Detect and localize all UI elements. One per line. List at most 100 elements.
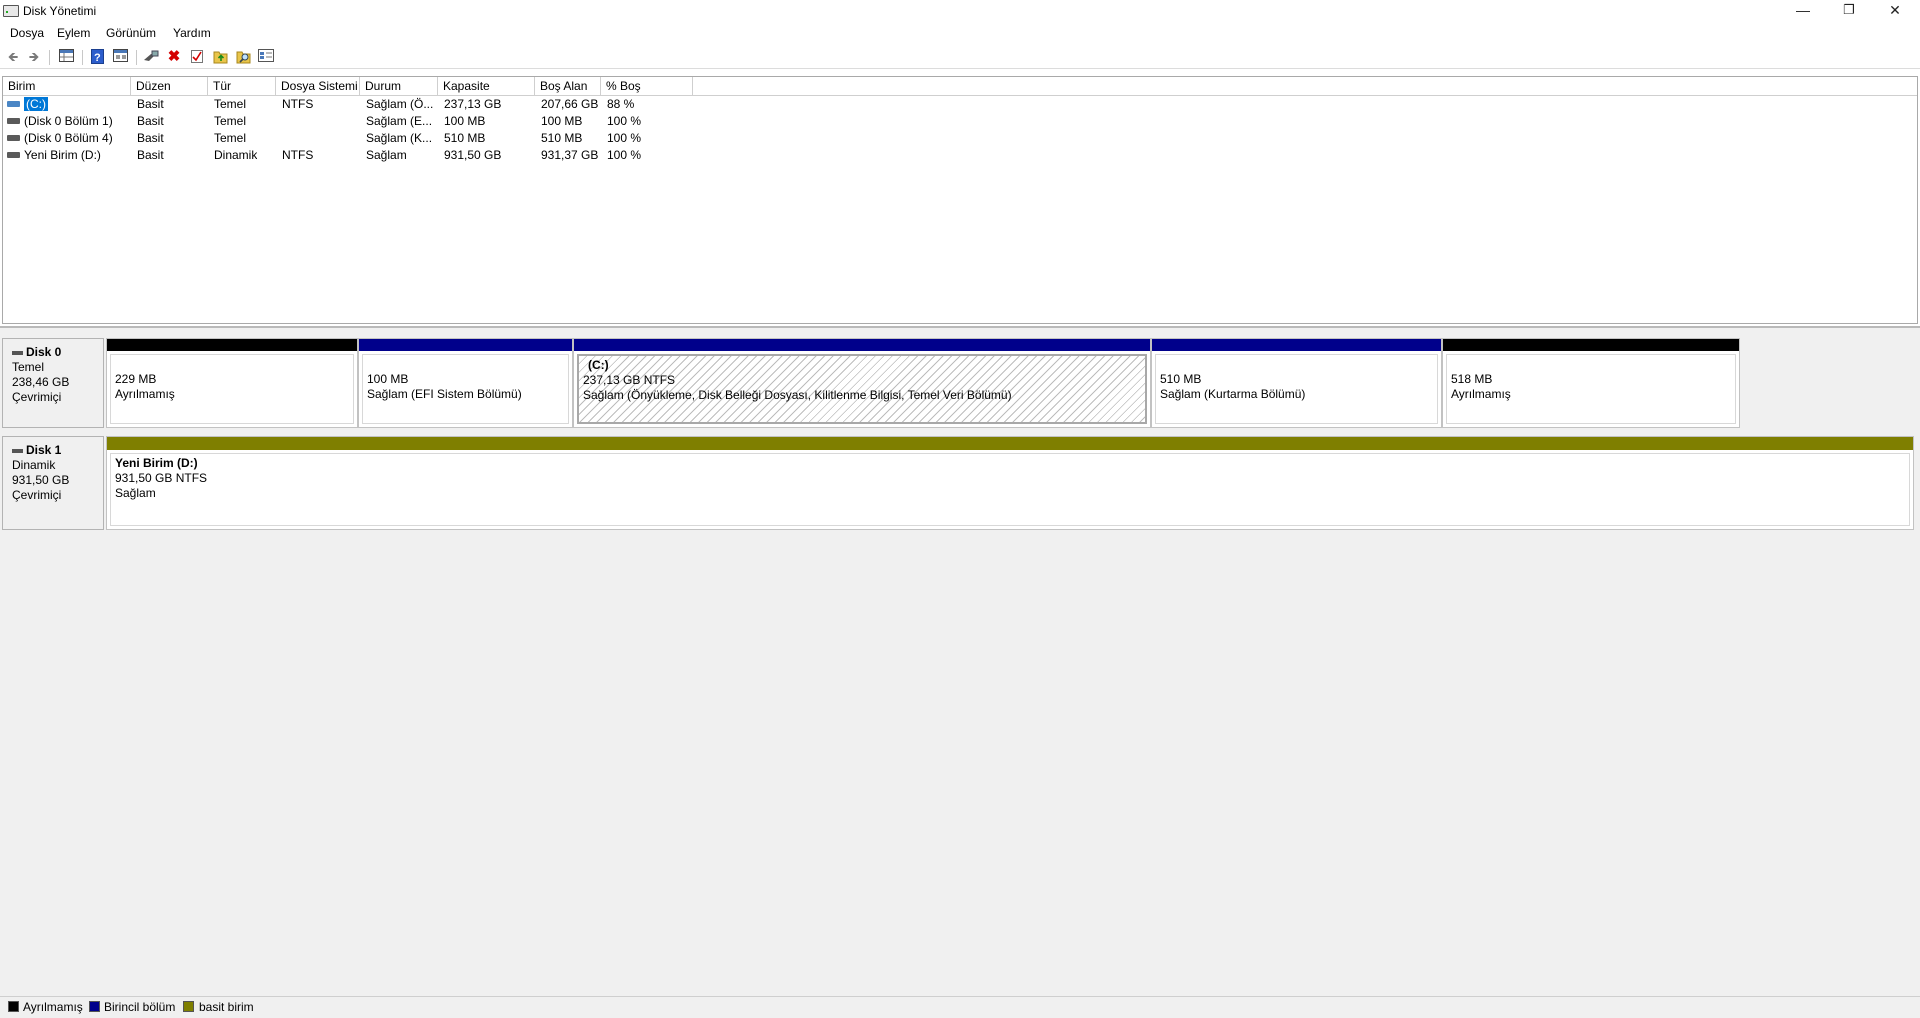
volume-free: 207,66 GB bbox=[541, 97, 599, 111]
volume-filesystem: NTFS bbox=[282, 97, 314, 111]
legend-swatch-primary bbox=[89, 1001, 100, 1012]
legend-swatch-unallocated bbox=[8, 1001, 19, 1012]
menu-yardim[interactable]: Yardım bbox=[173, 26, 211, 40]
volume-list[interactable]: Birim Düzen Tür Dosya Sistemi Durum Kapa… bbox=[2, 76, 1918, 324]
partition-size: 510 MB bbox=[1160, 372, 1202, 386]
back-icon[interactable]: 🡸 bbox=[5, 49, 21, 65]
menu-dosya[interactable]: Dosya bbox=[10, 26, 44, 40]
column-header-bos-alan[interactable]: Boş Alan bbox=[535, 77, 601, 95]
check-icon[interactable] bbox=[189, 49, 205, 65]
volume-icon bbox=[7, 152, 20, 158]
toolbar-separator bbox=[82, 50, 83, 65]
table-row[interactable]: (Disk 0 Bölüm 4) Basit Temel Sağlam (K..… bbox=[3, 130, 683, 147]
disk-0-info[interactable]: Disk 0 Temel 238,46 GB Çevrimiçi bbox=[2, 338, 104, 428]
partition-color-bar bbox=[107, 339, 357, 351]
partition-color-bar bbox=[359, 339, 572, 351]
partition-recovery[interactable]: 510 MB Sağlam (Kurtarma Bölümü) bbox=[1151, 338, 1442, 428]
volume-status: Sağlam (Ö... bbox=[366, 97, 434, 111]
properties-grid-icon[interactable] bbox=[58, 49, 74, 65]
partition-status: Ayrılmamış bbox=[1451, 387, 1511, 401]
volume-free-percent: 100 % bbox=[607, 148, 642, 162]
volume-free-percent: 100 % bbox=[607, 114, 642, 128]
legend-label: basit birim bbox=[199, 1000, 254, 1014]
partition-d-drive[interactable]: Yeni Birim (D:) 931,50 GB NTFS Sağlam bbox=[106, 436, 1914, 530]
table-row[interactable]: Yeni Birim (D:) Basit Dinamik NTFS Sağla… bbox=[3, 147, 683, 164]
menu-gorunum[interactable]: Görünüm bbox=[106, 26, 156, 40]
disk-type: Temel bbox=[12, 360, 45, 374]
volume-name: Yeni Birim (D:) bbox=[24, 148, 101, 162]
disk-1-info[interactable]: Disk 1 Dinamik 931,50 GB Çevrimiçi bbox=[2, 436, 104, 530]
forward-icon[interactable]: 🡺 bbox=[26, 49, 42, 65]
svg-text:?: ? bbox=[94, 52, 101, 64]
partition-efi[interactable]: 100 MB Sağlam (EFI Sistem Bölümü) bbox=[358, 338, 573, 428]
partition-status: Ayrılmamış bbox=[115, 387, 175, 401]
column-header-durum[interactable]: Durum bbox=[360, 77, 438, 95]
column-header-kapasite[interactable]: Kapasite bbox=[438, 77, 535, 95]
partition-size: 518 MB bbox=[1451, 372, 1493, 386]
toolbar-separator bbox=[49, 50, 50, 65]
volume-capacity: 931,50 GB bbox=[444, 148, 502, 162]
window-title: Disk Yönetimi bbox=[23, 4, 97, 18]
legend-swatch-simple bbox=[183, 1001, 194, 1012]
volume-layout: Basit bbox=[137, 148, 164, 162]
disk-status: Çevrimiçi bbox=[12, 390, 62, 404]
help-icon[interactable]: ? bbox=[90, 49, 106, 65]
partition-c-drive[interactable]: (C:) 237,13 GB NTFS Sağlam (Önyükleme, D… bbox=[573, 338, 1151, 428]
disk-name: Disk 0 bbox=[26, 345, 62, 359]
column-header-tur[interactable]: Tür bbox=[208, 77, 276, 95]
volume-capacity: 237,13 GB bbox=[444, 97, 502, 111]
partition-unallocated[interactable]: 518 MB Ayrılmamış bbox=[1442, 338, 1740, 428]
disk-management-app-icon bbox=[3, 5, 19, 17]
partition-color-bar bbox=[574, 339, 1150, 351]
settings-panel-icon[interactable] bbox=[258, 49, 274, 65]
partition-title: Yeni Birim (D:) bbox=[115, 456, 198, 470]
restore-button[interactable]: ❐ bbox=[1826, 0, 1872, 22]
partition-unallocated[interactable]: 229 MB Ayrılmamış bbox=[106, 338, 358, 428]
delete-icon[interactable]: ✖ bbox=[166, 49, 182, 65]
search-icon[interactable] bbox=[235, 49, 251, 65]
partition-color-bar bbox=[1443, 339, 1739, 351]
toolbar-separator bbox=[136, 50, 137, 65]
toolbar: 🡸 🡺 ? ✖ bbox=[0, 46, 1920, 69]
volume-name: (Disk 0 Bölüm 1) bbox=[24, 114, 113, 128]
connect-disk-icon[interactable] bbox=[143, 49, 159, 65]
partition-status: Sağlam (Kurtarma Bölümü) bbox=[1160, 387, 1306, 401]
disk-icon bbox=[12, 448, 23, 453]
volume-type: Temel bbox=[214, 97, 247, 111]
minimize-button[interactable]: — bbox=[1780, 0, 1826, 22]
column-header-duzen[interactable]: Düzen bbox=[131, 77, 208, 95]
partition-status: Sağlam (EFI Sistem Bölümü) bbox=[367, 387, 522, 401]
partition-color-bar bbox=[1152, 339, 1441, 351]
volume-free: 931,37 GB bbox=[541, 148, 599, 162]
volume-free-percent: 88 % bbox=[607, 97, 635, 111]
table-row[interactable]: (C:) Basit Temel NTFS Sağlam (Ö... 237,1… bbox=[3, 96, 683, 113]
menu-eylem[interactable]: Eylem bbox=[57, 26, 90, 40]
format-up-icon[interactable] bbox=[212, 49, 228, 65]
column-header-yuzde-bos[interactable]: % Boş bbox=[601, 77, 693, 95]
partition-size: 229 MB bbox=[115, 372, 157, 386]
partition-size: 931,50 GB NTFS bbox=[115, 471, 208, 485]
volume-icon bbox=[7, 118, 20, 124]
disk-icon bbox=[12, 350, 23, 355]
volume-filesystem: NTFS bbox=[282, 148, 314, 162]
title-bar: Disk Yönetimi — ❐ ✕ bbox=[0, 0, 1920, 22]
volume-layout: Basit bbox=[137, 114, 164, 128]
disk-size: 238,46 GB bbox=[12, 375, 70, 389]
volume-type: Temel bbox=[214, 114, 247, 128]
close-button[interactable]: ✕ bbox=[1872, 0, 1918, 22]
partition-status: Sağlam bbox=[115, 486, 156, 500]
disk-type: Dinamik bbox=[12, 458, 56, 472]
volume-icon bbox=[7, 135, 20, 141]
volume-type: Dinamik bbox=[214, 148, 258, 162]
volume-icon bbox=[7, 101, 20, 107]
disk-status: Çevrimiçi bbox=[12, 488, 62, 502]
legend-label: Birincil bölüm bbox=[104, 1000, 176, 1014]
column-header-birim[interactable]: Birim bbox=[3, 77, 131, 95]
column-header-dosya-sistemi[interactable]: Dosya Sistemi bbox=[276, 77, 360, 95]
volume-status: Sağlam bbox=[366, 148, 407, 162]
table-row[interactable]: (Disk 0 Bölüm 1) Basit Temel Sağlam (E..… bbox=[3, 113, 683, 130]
legend-label: Ayrılmamış bbox=[23, 1000, 83, 1014]
partition-title: (C:) bbox=[588, 358, 609, 372]
legend-bar: Ayrılmamış Birincil bölüm basit birim bbox=[0, 996, 1920, 1018]
view-grid-icon[interactable] bbox=[112, 49, 128, 65]
